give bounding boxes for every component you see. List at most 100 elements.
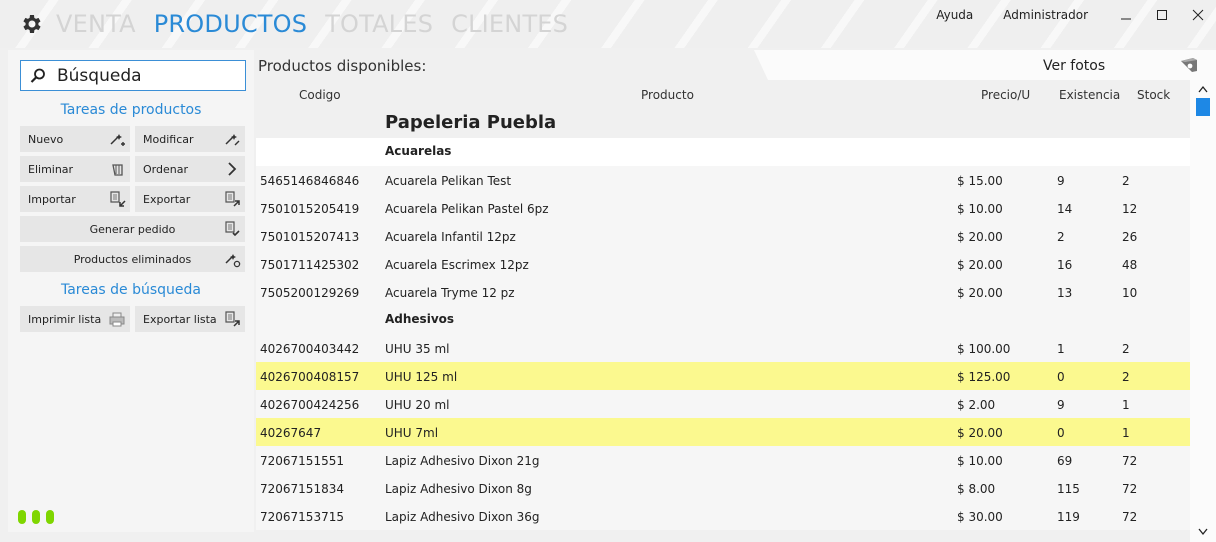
table-row[interactable]: 72067151834 Lapiz Adhesivo Dixon 8g $ 8.00…	[256, 474, 1190, 502]
status-dot	[18, 510, 26, 524]
cell-code: 7501711425302	[260, 258, 360, 272]
ordenar-label: Ordenar	[143, 162, 188, 176]
cell-price: $ 15.00	[957, 174, 1003, 188]
nuevo-label: Nuevo	[28, 132, 64, 146]
table-row[interactable]: 4026700408157 UHU 125 ml $ 125.00 0 2	[256, 362, 1190, 390]
nuevo-button[interactable]: Nuevo	[20, 126, 130, 152]
cell-price: $ 30.00	[957, 510, 1003, 524]
camera-icon[interactable]	[1179, 56, 1199, 74]
search-icon	[30, 68, 45, 83]
cell-product: Acuarela Tryme 12 pz	[385, 286, 515, 300]
table-row[interactable]: 7501015207413 Acuarela Infantil 12pz $ 20.…	[256, 222, 1190, 250]
cell-price: $ 10.00	[957, 454, 1003, 468]
cell-stock: 48	[1122, 258, 1138, 272]
sidebar: Tareas de productos Nuevo Modificar Elim…	[8, 50, 254, 532]
group-name: Acuarelas	[385, 144, 452, 158]
maximize-icon	[1157, 10, 1167, 20]
column-header-product[interactable]: Producto	[641, 88, 694, 102]
chevron-down-icon[interactable]	[1198, 528, 1208, 536]
import-icon	[110, 191, 126, 207]
group-name: Adhesivos	[385, 312, 455, 326]
cell-price: $ 125.00	[957, 370, 1011, 384]
imprimir-lista-label: Imprimir lista	[28, 312, 102, 326]
gear-icon[interactable]	[19, 12, 43, 36]
admin-link[interactable]: Administrador	[1003, 8, 1088, 22]
minimize-button[interactable]	[1108, 6, 1144, 24]
generar-pedido-button[interactable]: Generar pedido	[20, 216, 245, 242]
order-check-icon	[225, 221, 240, 237]
eliminar-button[interactable]: Eliminar	[20, 156, 130, 182]
cell-existence: 69	[1057, 454, 1073, 468]
table-row[interactable]: 4026700424256 UHU 20 ml $ 2.00 9 1	[256, 390, 1190, 418]
cell-code: 40267647	[260, 426, 322, 440]
page-title: Productos disponibles:	[258, 57, 427, 75]
generar-pedido-label: Generar pedido	[89, 222, 176, 236]
edit-wand-icon	[225, 134, 240, 146]
cell-existence: 9	[1057, 174, 1065, 188]
delete-icon	[112, 164, 123, 176]
importar-button[interactable]: Importar	[20, 186, 130, 212]
photos-tab	[754, 50, 1216, 80]
cell-price: $ 20.00	[957, 426, 1003, 440]
scrollbar-thumb[interactable]	[1196, 98, 1210, 116]
productos-eliminados-button[interactable]: Productos eliminados	[20, 246, 245, 272]
cell-price: $ 20.00	[957, 230, 1003, 244]
cell-product: Lapiz Adhesivo Dixon 8g	[385, 482, 532, 496]
cell-code: 7501015205419	[260, 202, 360, 216]
tab-totales[interactable]: TOTALES	[325, 8, 433, 40]
export-icon	[225, 191, 240, 207]
table-row[interactable]: 72067153715 Lapiz Adhesivo Dixon 36g $ 30.…	[256, 502, 1190, 530]
cell-stock: 72	[1122, 510, 1138, 524]
cell-stock: 72	[1122, 482, 1138, 496]
tab-clientes[interactable]: CLIENTES	[451, 8, 568, 40]
close-button[interactable]	[1180, 6, 1216, 24]
window-controls: Ayuda Administrador	[936, 6, 1216, 24]
cell-price: $ 20.00	[957, 258, 1003, 272]
table-row[interactable]: 40267647 UHU 7ml $ 20.00 0 1	[256, 418, 1190, 446]
column-header-existence[interactable]: Existencia	[1059, 88, 1120, 102]
tab-productos[interactable]: PRODUCTOS	[154, 8, 307, 40]
products-panel: Productos disponibles: Ver fotos Codigo …	[254, 50, 1216, 542]
cell-existence: 0	[1057, 370, 1065, 384]
cell-stock: 2	[1122, 342, 1130, 356]
cell-stock: 2	[1122, 370, 1130, 384]
table-row[interactable]: 4026700403442 UHU 35 ml $ 100.00 1 2	[256, 334, 1190, 362]
cell-product: Acuarela Pelikan Pastel 6pz	[385, 202, 549, 216]
cell-code: 72067151551	[260, 454, 344, 468]
maximize-button[interactable]	[1144, 6, 1180, 24]
table-row[interactable]: 7501711425302 Acuarela Escrimex 12pz $ 20.…	[256, 250, 1190, 278]
cell-code: 72067151834	[260, 482, 344, 496]
chevron-up-icon[interactable]	[1198, 85, 1208, 93]
table-row[interactable]: 7505200129269 Acuarela Tryme 12 pz $ 20.00…	[256, 278, 1190, 306]
column-header-price[interactable]: Precio/U	[981, 88, 1030, 102]
column-header-stock[interactable]: Stock	[1137, 88, 1170, 102]
help-link[interactable]: Ayuda	[936, 8, 973, 22]
status-dot	[46, 510, 54, 524]
cell-stock: 1	[1122, 398, 1130, 412]
tab-venta[interactable]: VENTA	[56, 8, 136, 40]
ordenar-button[interactable]: Ordenar	[135, 156, 245, 182]
exportar-lista-button[interactable]: Exportar lista	[135, 306, 245, 332]
table-row[interactable]: 72067151551 Lapiz Adhesivo Dixon 21g $ 10.…	[256, 446, 1190, 474]
group-row: Adhesivos	[256, 306, 1190, 334]
cell-code: 4026700403442	[260, 342, 360, 356]
modificar-button[interactable]: Modificar	[135, 126, 245, 152]
store-name: Papeleria Puebla	[385, 112, 557, 133]
imprimir-lista-button[interactable]: Imprimir lista	[20, 306, 130, 332]
search-input[interactable]	[57, 65, 237, 86]
cell-existence: 0	[1057, 426, 1065, 440]
scrollbar[interactable]	[1190, 80, 1216, 542]
restore-wand-icon	[225, 254, 241, 268]
column-header-code[interactable]: Codigo	[299, 88, 341, 102]
table-row[interactable]: 5465146846846 Acuarela Pelikan Test $ 15.0…	[256, 166, 1190, 194]
table-row[interactable]: 7501015205419 Acuarela Pelikan Pastel 6pz…	[256, 194, 1190, 222]
cell-product: Lapiz Adhesivo Dixon 21g	[385, 454, 540, 468]
cell-price: $ 10.00	[957, 202, 1003, 216]
ver-fotos-button[interactable]: Ver fotos	[1043, 58, 1105, 74]
cell-product: UHU 35 ml	[385, 342, 450, 356]
cell-price: $ 8.00	[957, 482, 996, 496]
search-box[interactable]	[20, 60, 246, 91]
exportar-button[interactable]: Exportar	[135, 186, 245, 212]
cell-existence: 2	[1057, 230, 1065, 244]
cell-code: 4026700424256	[260, 398, 360, 412]
